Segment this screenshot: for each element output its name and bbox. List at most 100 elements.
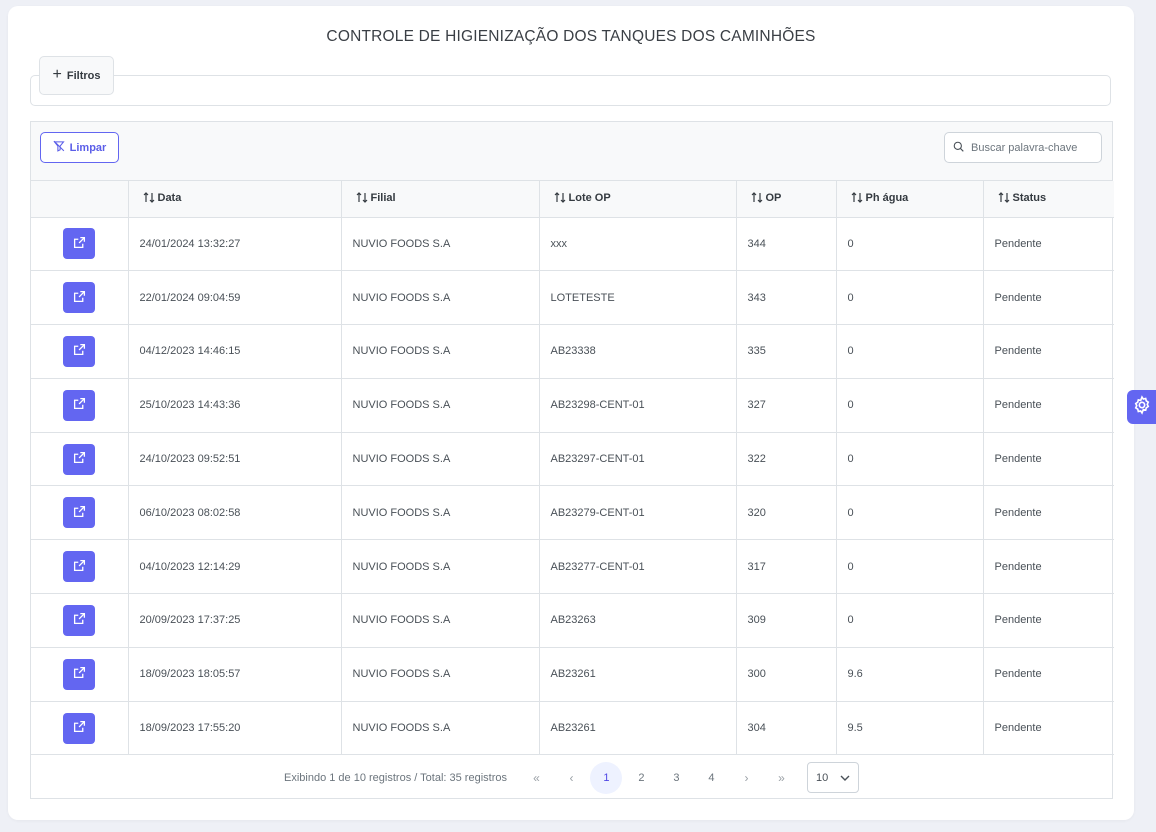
header-ph-agua[interactable]: Ph água bbox=[836, 181, 984, 218]
main-card: CONTROLE DE HIGIENIZAÇÃO DOS TANQUES DOS… bbox=[8, 6, 1134, 820]
cell-status: Pendente bbox=[983, 593, 1114, 648]
table-header-row: Data Filial Lote OP OP Ph água Status bbox=[31, 181, 1114, 218]
header-status[interactable]: Status bbox=[983, 181, 1114, 218]
cell-status: Pendente bbox=[983, 539, 1114, 595]
cell-status: Pendente bbox=[983, 270, 1114, 326]
cell-data: 20/09/2023 17:37:25 bbox=[128, 593, 342, 648]
header-label: OP bbox=[765, 191, 782, 204]
cell-op: 320 bbox=[736, 485, 837, 541]
cell-data: 18/09/2023 17:55:20 bbox=[128, 701, 342, 756]
open-record-button[interactable] bbox=[63, 497, 96, 529]
external-link-icon bbox=[73, 612, 86, 628]
cell-ph: 0 bbox=[836, 432, 984, 487]
cell-filial: NUVIO FOODS S.A bbox=[341, 324, 540, 379]
external-link-icon bbox=[73, 397, 86, 413]
row-actions-cell bbox=[31, 432, 129, 487]
filters-toggle-label: Filtros bbox=[66, 69, 101, 82]
open-record-button[interactable] bbox=[63, 228, 96, 260]
pagination-info: Exibindo 1 de 10 registros / Total: 35 r… bbox=[284, 771, 507, 784]
gear-icon bbox=[1132, 394, 1152, 420]
external-link-icon bbox=[73, 343, 86, 359]
table-row: 20/09/2023 17:37:25 NUVIO FOODS S.A AB2326… bbox=[31, 593, 1114, 648]
table-row: 06/10/2023 08:02:58 NUVIO FOODS S.A AB2327… bbox=[31, 485, 1114, 541]
open-record-button[interactable] bbox=[63, 443, 96, 475]
first-page-button[interactable]: « bbox=[520, 762, 552, 794]
last-page-button[interactable]: » bbox=[765, 762, 797, 794]
open-record-button[interactable] bbox=[63, 658, 96, 690]
cell-filial: NUVIO FOODS S.A bbox=[341, 270, 540, 326]
cell-data: 04/12/2023 14:46:15 bbox=[128, 324, 342, 379]
page-button-2[interactable]: 2 bbox=[625, 762, 657, 794]
cell-data: 24/10/2023 09:52:51 bbox=[128, 432, 342, 487]
header-op[interactable]: OP bbox=[736, 181, 837, 218]
sort-icon bbox=[851, 192, 863, 203]
header-label: Status bbox=[1012, 191, 1047, 204]
search-field[interactable] bbox=[944, 132, 1102, 163]
clear-filters-button[interactable]: Limpar bbox=[40, 132, 119, 163]
cell-status: Pendente bbox=[983, 378, 1114, 433]
external-link-icon bbox=[73, 505, 86, 521]
row-actions-cell bbox=[31, 270, 129, 326]
cell-op: 327 bbox=[736, 378, 837, 433]
cell-ph: 0 bbox=[836, 539, 984, 595]
sort-icon bbox=[998, 192, 1010, 203]
cell-filial: NUVIO FOODS S.A bbox=[341, 593, 540, 648]
cell-ph: 0 bbox=[836, 324, 984, 379]
plus-icon: + bbox=[52, 66, 62, 83]
open-record-button[interactable] bbox=[63, 712, 96, 744]
records-table: Data Filial Lote OP OP Ph água Status 24… bbox=[31, 181, 1114, 756]
cell-op: 322 bbox=[736, 432, 837, 487]
cell-data: 24/01/2024 13:32:27 bbox=[128, 217, 342, 272]
header-data[interactable]: Data bbox=[128, 181, 342, 218]
rows-per-page-select[interactable]: 10 bbox=[806, 762, 859, 794]
table-body: 24/01/2024 13:32:27 NUVIO FOODS S.A xxx 344… bbox=[31, 217, 1114, 756]
open-record-button[interactable] bbox=[63, 551, 96, 583]
next-page-button[interactable]: › bbox=[730, 762, 762, 794]
external-link-icon bbox=[73, 451, 86, 467]
page-title: CONTROLE DE HIGIENIZAÇÃO DOS TANQUES DOS… bbox=[326, 28, 816, 45]
cell-filial: NUVIO FOODS S.A bbox=[341, 701, 540, 756]
table-row: 22/01/2024 09:04:59 NUVIO FOODS S.A LOTETE… bbox=[31, 270, 1114, 326]
table-toolbar: Limpar bbox=[31, 122, 1112, 181]
rows-per-page-value: 10 bbox=[815, 771, 829, 784]
page-button-3[interactable]: 3 bbox=[660, 762, 692, 794]
row-actions-cell bbox=[31, 485, 129, 541]
row-actions-cell bbox=[31, 539, 129, 595]
cell-filial: NUVIO FOODS S.A bbox=[341, 647, 540, 702]
cell-op: 300 bbox=[736, 647, 837, 702]
cell-filial: NUVIO FOODS S.A bbox=[341, 539, 540, 595]
sort-icon bbox=[143, 192, 155, 203]
table-row: 18/09/2023 17:55:20 NUVIO FOODS S.A AB2326… bbox=[31, 701, 1114, 756]
sort-icon bbox=[356, 192, 368, 203]
settings-gear-button[interactable] bbox=[1127, 390, 1156, 424]
cell-data: 18/09/2023 18:05:57 bbox=[128, 647, 342, 702]
cell-ph: 9.6 bbox=[836, 647, 984, 702]
cell-op: 343 bbox=[736, 270, 837, 326]
page-button-4[interactable]: 4 bbox=[695, 762, 727, 794]
header-lote-op[interactable]: Lote OP bbox=[539, 181, 737, 218]
cell-filial: NUVIO FOODS S.A bbox=[341, 432, 540, 487]
cell-data: 25/10/2023 14:43:36 bbox=[128, 378, 342, 433]
header-filial[interactable]: Filial bbox=[341, 181, 540, 218]
table-row: 25/10/2023 14:43:36 NUVIO FOODS S.A AB2329… bbox=[31, 378, 1114, 433]
sort-icon bbox=[554, 192, 566, 203]
external-link-icon bbox=[73, 236, 86, 252]
prev-page-button[interactable]: ‹ bbox=[555, 762, 587, 794]
header-label: Filial bbox=[370, 191, 396, 204]
open-record-button[interactable] bbox=[63, 335, 96, 367]
cell-op: 344 bbox=[736, 217, 837, 272]
search-input[interactable] bbox=[971, 141, 1091, 154]
cell-lote: AB23261 bbox=[539, 701, 737, 756]
open-record-button[interactable] bbox=[63, 282, 96, 314]
row-actions-cell bbox=[31, 593, 129, 648]
filter-slash-icon bbox=[53, 140, 65, 155]
filters-toggle-button[interactable]: + Filtros bbox=[39, 56, 114, 95]
open-record-button[interactable] bbox=[63, 604, 96, 636]
row-actions-cell bbox=[31, 378, 129, 433]
cell-op: 317 bbox=[736, 539, 837, 595]
page-button-1[interactable]: 1 bbox=[590, 761, 623, 794]
cell-ph: 0 bbox=[836, 217, 984, 272]
row-actions-cell bbox=[31, 324, 129, 379]
cell-ph: 0 bbox=[836, 270, 984, 326]
open-record-button[interactable] bbox=[63, 389, 96, 421]
